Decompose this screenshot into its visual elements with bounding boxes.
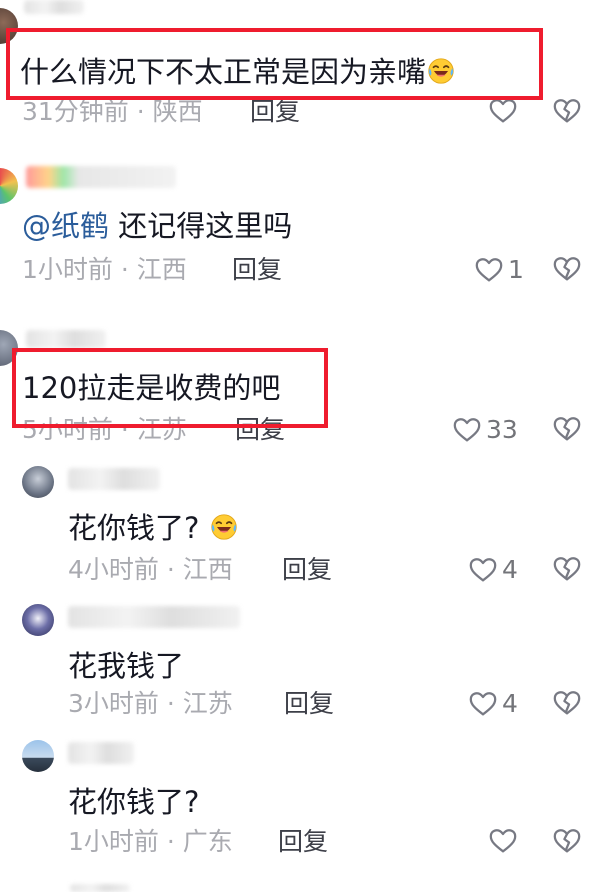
like-button[interactable]: [488, 96, 522, 126]
reply-item: 花我钱了 3小时前 · 江苏 回复 4: [0, 600, 607, 732]
like-count: 33: [486, 415, 518, 444]
username-blurred[interactable]: [26, 330, 106, 348]
reply-item: 花你钱了? 4小时前 · 江西 回复 4: [0, 462, 607, 594]
reply-text: 花你钱了?: [68, 782, 199, 822]
reply-time: 4小时前: [68, 555, 159, 584]
username-blurred[interactable]: [26, 166, 176, 188]
comment-meta: 1小时前 · 江西: [22, 255, 187, 284]
broken-heart-outline-icon: [552, 96, 582, 126]
reply-button[interactable]: 回复: [278, 826, 328, 858]
dislike-button[interactable]: [552, 254, 582, 284]
reply-location: 广东: [182, 827, 233, 856]
heart-outline-icon: [488, 96, 518, 126]
avatar[interactable]: [0, 168, 18, 204]
like-count: 4: [502, 689, 518, 718]
reply-location: 江苏: [182, 689, 233, 718]
reply-text-body: 花我钱了: [68, 649, 185, 683]
username-blurred[interactable]: [24, 0, 84, 14]
reply-button[interactable]: 回复: [282, 554, 332, 586]
heart-outline-icon: [452, 415, 482, 445]
reply-item: 花你钱了? 1小时前 · 广东 回复: [0, 736, 607, 868]
like-button[interactable]: 4: [468, 688, 518, 720]
broken-heart-outline-icon: [552, 254, 582, 284]
highlight-box: [12, 348, 328, 428]
like-button[interactable]: [488, 826, 522, 856]
like-button[interactable]: 33: [452, 414, 518, 446]
comment-item: @纸鹤 还记得这里吗 1小时前 · 江西 回复 1: [0, 160, 607, 300]
heart-outline-icon: [468, 689, 498, 719]
broken-heart-outline-icon: [552, 554, 582, 584]
like-button[interactable]: 1: [474, 254, 524, 286]
username-blurred[interactable]: [68, 468, 160, 490]
dislike-button[interactable]: [552, 826, 582, 856]
reply-button[interactable]: 回复: [284, 688, 334, 720]
avatar[interactable]: [22, 604, 54, 636]
username-blurred[interactable]: [68, 742, 134, 764]
highlight-box: [6, 28, 543, 100]
comment-meta: 31分钟前 · 陕西: [22, 97, 203, 126]
reply-button[interactable]: 回复: [250, 96, 300, 128]
username-blurred[interactable]: [68, 606, 240, 628]
reply-meta: 1小时前 · 广东: [68, 827, 233, 856]
reply-button[interactable]: 回复: [232, 254, 282, 286]
reply-text-body: 花你钱了?: [68, 511, 200, 545]
reply-text: 花你钱了?: [68, 508, 239, 552]
avatar[interactable]: [22, 466, 54, 498]
like-button[interactable]: 4: [468, 554, 518, 586]
reply-location: 江西: [182, 555, 233, 584]
avatar[interactable]: [22, 740, 54, 772]
broken-heart-outline-icon: [552, 414, 582, 444]
laughing-tears-emoji-icon: [209, 512, 239, 552]
heart-outline-icon: [488, 826, 518, 856]
reply-time: 1小时前: [68, 827, 159, 856]
comment-location: 江西: [136, 255, 187, 284]
comment-text-body: 还记得这里吗: [118, 209, 293, 243]
dislike-button[interactable]: [552, 96, 582, 126]
comment-location: 陕西: [152, 97, 203, 126]
comment-time: 1小时前: [22, 255, 113, 284]
username-blurred: [70, 884, 130, 892]
reply-text-body: 花你钱了?: [68, 785, 200, 819]
broken-heart-outline-icon: [552, 688, 582, 718]
broken-heart-outline-icon: [552, 826, 582, 856]
dislike-button[interactable]: [552, 688, 582, 718]
mention-link[interactable]: @纸鹤: [22, 209, 109, 243]
reply-text: 花我钱了: [68, 646, 184, 686]
reply-time: 3小时前: [68, 689, 159, 718]
reply-meta: 4小时前 · 江西: [68, 555, 233, 584]
comment-time: 31分钟前: [22, 97, 129, 126]
dislike-button[interactable]: [552, 554, 582, 584]
comment-text: @纸鹤 还记得这里吗: [22, 206, 292, 246]
reply-meta: 3小时前 · 江苏: [68, 689, 233, 718]
dislike-button[interactable]: [552, 414, 582, 444]
like-count: 1: [508, 255, 524, 284]
heart-outline-icon: [468, 555, 498, 585]
heart-outline-icon: [474, 255, 504, 285]
like-count: 4: [502, 555, 518, 584]
